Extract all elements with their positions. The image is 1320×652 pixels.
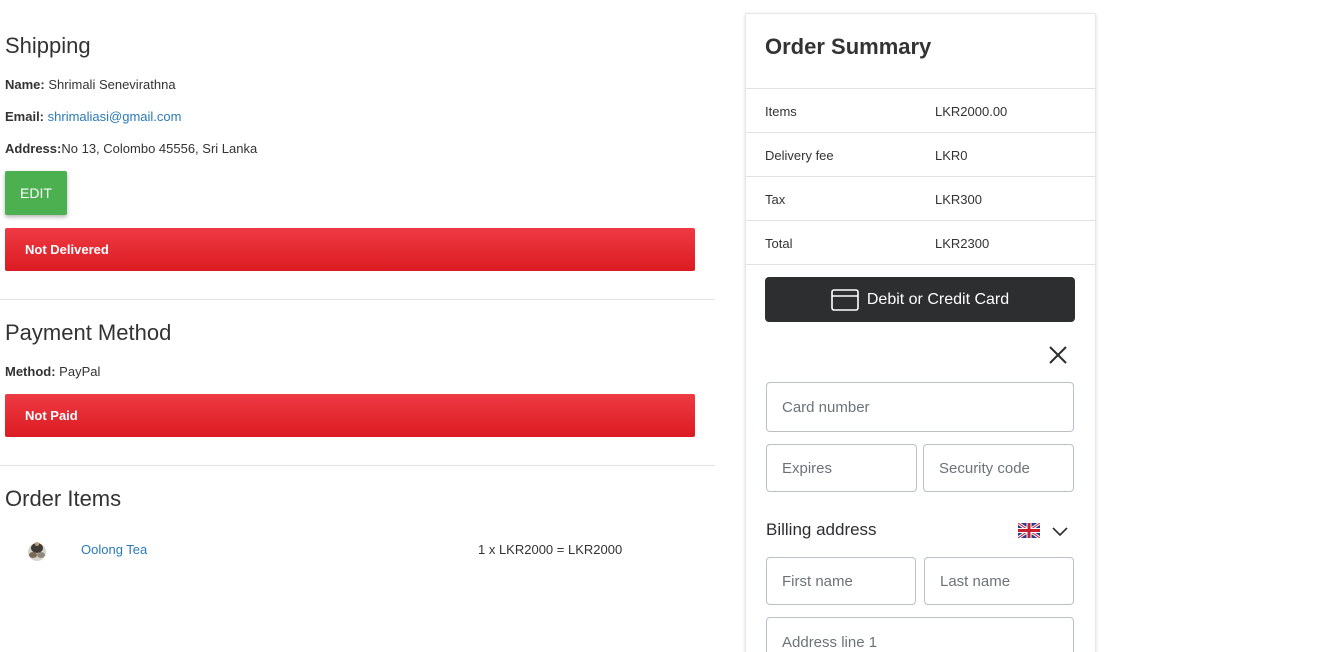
summary-value: LKR2300 [935,236,990,251]
email-link[interactable]: shrimaliasi@gmail.com [48,109,182,124]
summary-value: LKR2000.00 [935,104,1008,119]
payment-method: Method: PayPal [5,364,100,379]
summary-value: LKR0 [935,148,968,163]
tea-product-image [28,542,46,561]
shipping-address: Address:No 13, Colombo 45556, Sri Lanka [5,141,257,156]
address-value: No 13, Colombo 45556, Sri Lanka [61,141,258,156]
divider [0,299,715,300]
item-name-link[interactable]: Oolong Tea [81,542,147,557]
order-items-title: Order Items [5,486,122,511]
debit-credit-card-button[interactable]: Debit or Credit Card [765,277,1075,322]
summary-value: LKR300 [935,192,982,207]
payment-title: Payment Method [5,320,172,345]
expires-field[interactable]: Expires [766,444,917,492]
shipping-email: Email: shrimaliasi@gmail.com [5,109,181,124]
shipping-name: Name: Shrimali Senevirathna [5,77,176,92]
address-label: Address: [5,141,62,156]
summary-title: Order Summary [765,34,932,59]
summary-label: Total [765,236,793,251]
name-value: Shrimali Senevirathna [48,77,176,92]
method-label: Method: [5,364,56,379]
method-value: PayPal [59,364,101,379]
summary-label: Delivery fee [765,148,834,163]
summary-row-total: Total LKR2300 [746,220,1095,264]
summary-row-tax: Tax LKR300 [746,176,1095,220]
shipping-title: Shipping [5,33,91,58]
summary-row-items: Items LKR2000.00 [746,88,1095,132]
address-line-1-field[interactable]: Address line 1 [766,617,1074,652]
chevron-down-icon[interactable] [1052,525,1068,537]
summary-label: Tax [765,192,786,207]
divider [746,264,1095,265]
uk-flag-icon[interactable] [1018,523,1040,538]
email-label: Email: [5,109,45,124]
billing-address-title: Billing address [766,520,877,539]
list-item: Oolong Tea 1 x LKR2000 = LKR2000 [0,533,715,567]
name-label: Name: [5,77,45,92]
security-code-field[interactable]: Security code [923,444,1074,492]
summary-label: Items [765,104,797,119]
item-price: 1 x LKR2000 = LKR2000 [478,542,623,557]
last-name-field[interactable]: Last name [924,557,1074,605]
summary-row-delivery: Delivery fee LKR0 [746,132,1095,176]
order-summary-card: Order Summary Items LKR2000.00 Delivery … [745,13,1096,652]
pay-button-label: Debit or Credit Card [866,290,1010,308]
close-icon[interactable] [1047,344,1069,366]
card-number-field[interactable]: Card number [766,382,1074,432]
edit-shipping-button[interactable]: EDIT [5,171,67,215]
divider [0,465,715,466]
payment-status-alert: Not Paid [5,394,695,437]
delivery-status-alert: Not Delivered [5,228,695,271]
credit-card-icon [831,288,859,311]
first-name-field[interactable]: First name [766,557,916,605]
